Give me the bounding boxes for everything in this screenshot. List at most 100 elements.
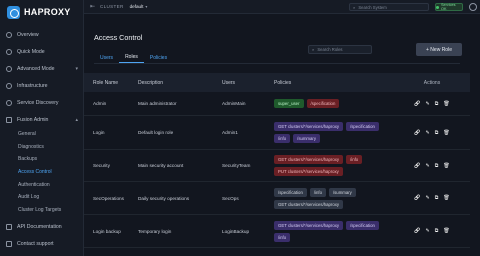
chevron-down-icon[interactable]: ▾ xyxy=(145,4,147,9)
support-icon xyxy=(6,240,12,247)
sidebar-subitem-authentication[interactable]: Authentication xyxy=(0,178,84,191)
sidebar-subitem-general[interactable]: General xyxy=(0,128,84,141)
tab-roles[interactable]: Roles xyxy=(119,52,144,63)
status-text: Services OK xyxy=(440,3,456,11)
role-users-cell: Admin1 xyxy=(222,130,238,135)
sidebar-item-label: Quick Mode xyxy=(17,48,45,55)
status-dot-icon xyxy=(436,5,439,9)
row-actions: 🔗 ✎ ⧉ 🗑 xyxy=(394,130,470,136)
sidebar-item-label: Contact support xyxy=(17,240,54,247)
copy-icon[interactable]: ⧉ xyxy=(435,195,439,201)
infrastructure-icon xyxy=(6,82,12,89)
cluster-label: CLUSTER xyxy=(100,4,124,9)
policy-chip[interactable]: /summary xyxy=(293,134,320,143)
user-avatar-icon[interactable] xyxy=(469,3,477,11)
sidebar-item-advanced-mode[interactable]: Advanced Mode ▾ xyxy=(0,60,84,77)
link-icon[interactable]: 🔗 xyxy=(414,163,420,169)
sidebar-item-api-documentation[interactable]: API Documentation xyxy=(0,218,84,235)
haproxy-logo-icon xyxy=(7,5,20,19)
search-roles-input[interactable]: ⌕ Search Roles xyxy=(308,45,372,54)
policy-chip[interactable]: /specification xyxy=(346,122,379,131)
edit-icon[interactable]: ✎ xyxy=(426,130,430,136)
role-policies-cell: /specification/info/summary GET clusters/… xyxy=(274,184,394,213)
app-logo[interactable]: HAPROXY xyxy=(7,5,71,19)
table-row[interactable]: Login Default login role Admin1 GET cluster… xyxy=(84,116,470,150)
link-icon[interactable]: 🔗 xyxy=(414,101,420,107)
sidebar-subitem-access-control[interactable]: Access Control xyxy=(0,166,84,179)
sidebar-nav: Overview Quick Mode Advanced Mode ▾ Infra… xyxy=(0,26,84,216)
sidebar-item-label: Fusion Admin xyxy=(17,116,49,123)
sidebar-item-infrastructure[interactable]: Infrastructure xyxy=(0,77,84,94)
page-title: Access Control xyxy=(94,33,143,42)
column-header-description: Description xyxy=(138,79,164,86)
delete-icon[interactable]: 🗑 xyxy=(443,101,449,107)
sidebar-bottom: API Documentation Contact support xyxy=(0,218,84,252)
policy-chip[interactable]: GET clusters/*/services/haproxy xyxy=(274,220,344,230)
sidebar-item-label: Advanced Mode xyxy=(17,65,55,72)
sidebar-item-quick-mode[interactable]: Quick Mode xyxy=(0,43,84,60)
sidebar-item-contact-support[interactable]: Contact support xyxy=(0,235,84,252)
policy-chip[interactable]: /info xyxy=(346,155,363,164)
role-users-cell: SecOps xyxy=(222,195,239,201)
policy-chip[interactable]: /info xyxy=(274,232,291,242)
sidebar-subitem-audit-log[interactable]: Audit Log xyxy=(0,191,84,204)
table-row[interactable]: SecOperations Daily security operations Se… xyxy=(84,182,470,215)
cluster-select[interactable]: default xyxy=(130,4,144,9)
fusion-admin-icon xyxy=(6,116,12,123)
tab-policies[interactable]: Policies xyxy=(144,52,173,63)
column-header-users: Users xyxy=(222,79,236,86)
policy-chip[interactable]: /summary xyxy=(328,187,356,197)
copy-icon[interactable]: ⧉ xyxy=(435,130,439,136)
link-icon[interactable]: 🔗 xyxy=(414,228,420,234)
tab-users[interactable]: Users xyxy=(94,52,119,63)
sidebar-subitem-cluster-log-targets[interactable]: Cluster Log Targets xyxy=(0,204,84,217)
policy-chip[interactable]: /specification xyxy=(306,99,340,108)
role-name-cell: Login backup xyxy=(93,228,121,234)
role-policies-cell: GET clusters/*/services/haproxy/info PUT … xyxy=(274,151,394,180)
table-header: Role Name Description Users Policies Act… xyxy=(84,73,470,92)
delete-icon[interactable]: 🗑 xyxy=(443,228,449,234)
system-search-input[interactable]: ⌕ Search System xyxy=(349,3,429,11)
column-header-role-name[interactable]: Role Name xyxy=(84,80,138,86)
policy-chip[interactable]: GET clusters/*/services/haproxy xyxy=(274,122,344,131)
policy-chip[interactable]: /specification xyxy=(346,220,379,230)
copy-icon[interactable]: ⧉ xyxy=(435,101,439,107)
table-row[interactable]: Login backup Temporary login LoginBackup GE… xyxy=(84,215,470,248)
delete-icon[interactable]: 🗑 xyxy=(443,130,449,136)
policy-chip[interactable]: super_user xyxy=(274,99,304,108)
new-role-button[interactable]: + New Role xyxy=(416,43,462,56)
collapse-sidebar-icon[interactable]: ⇤ xyxy=(90,3,95,10)
services-status-badge[interactable]: Services OK xyxy=(435,3,463,11)
policy-chip[interactable]: /specification xyxy=(274,187,307,197)
table-row[interactable]: Security Main security account SecurityTea… xyxy=(84,150,470,182)
overview-icon xyxy=(6,31,12,38)
sidebar-item-service-discovery[interactable]: Service Discovery xyxy=(0,94,84,111)
top-bar: ⇤ CLUSTER default ▾ ⌕ Search System Serv… xyxy=(84,0,480,14)
delete-icon[interactable]: 🗑 xyxy=(443,163,449,169)
policy-chip[interactable]: /info xyxy=(309,187,326,197)
link-icon[interactable]: 🔗 xyxy=(414,195,420,201)
copy-icon[interactable]: ⧉ xyxy=(435,163,439,169)
edit-icon[interactable]: ✎ xyxy=(426,195,430,201)
sidebar: HAPROXY Overview Quick Mode Advanced Mod… xyxy=(0,0,84,256)
column-header-policies: Policies xyxy=(274,79,292,86)
policy-chip[interactable]: /info xyxy=(274,134,291,143)
policy-chip[interactable]: GET clusters/*/services/haproxy xyxy=(274,199,344,209)
sidebar-item-overview[interactable]: Overview xyxy=(0,26,84,43)
delete-icon[interactable]: 🗑 xyxy=(443,195,449,201)
quick-mode-icon xyxy=(6,48,12,55)
sidebar-subitem-backups[interactable]: Backups xyxy=(0,153,84,166)
edit-icon[interactable]: ✎ xyxy=(426,228,430,234)
copy-icon[interactable]: ⧉ xyxy=(435,228,439,234)
edit-icon[interactable]: ✎ xyxy=(426,163,430,169)
sidebar-subitem-diagnostics[interactable]: Diagnostics xyxy=(0,141,84,154)
role-policies-cell: GET clusters/*/services/haproxy/specific… xyxy=(274,217,394,246)
document-icon xyxy=(6,223,12,230)
policy-chip[interactable]: GET clusters/*/services/haproxy xyxy=(274,155,344,164)
link-icon[interactable]: 🔗 xyxy=(414,130,420,136)
sidebar-item-fusion-admin[interactable]: Fusion Admin ▴ xyxy=(0,111,84,128)
edit-icon[interactable]: ✎ xyxy=(426,101,430,107)
row-actions: 🔗 ✎ ⧉ 🗑 xyxy=(394,163,470,169)
policy-chip[interactable]: PUT clusters/*/services/haproxy xyxy=(274,167,343,176)
table-row[interactable]: Admin Main administrator AdminMain super_us… xyxy=(84,92,470,116)
